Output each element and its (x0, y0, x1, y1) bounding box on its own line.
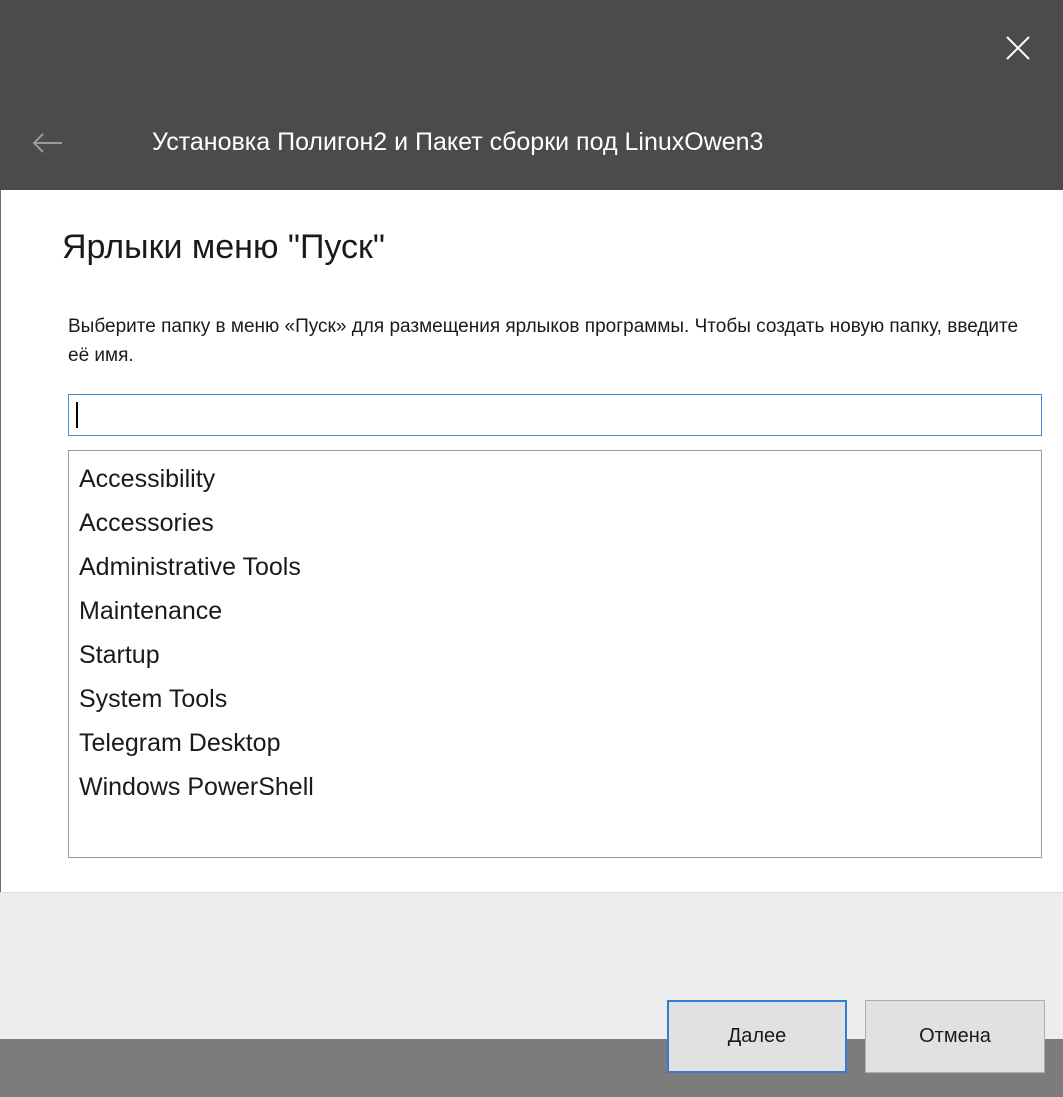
start-menu-folder-list[interactable]: Accessibility Accessories Administrative… (68, 450, 1042, 858)
window-title: Установка Полигон2 и Пакет сборки под Li… (152, 128, 764, 156)
list-item[interactable]: Administrative Tools (69, 545, 1041, 589)
list-item[interactable]: System Tools (69, 677, 1041, 721)
back-button[interactable] (18, 118, 78, 168)
list-item[interactable]: Startup (69, 633, 1041, 677)
close-icon (1006, 35, 1030, 60)
list-item[interactable]: Windows PowerShell (69, 765, 1041, 809)
cancel-button[interactable]: Отмена (865, 1000, 1045, 1073)
close-button[interactable] (973, 0, 1063, 95)
list-item[interactable]: Telegram Desktop (69, 721, 1041, 765)
text-caret (76, 402, 78, 428)
folder-name-input[interactable] (68, 394, 1042, 436)
list-item[interactable]: Accessories (69, 501, 1041, 545)
next-button-accesskey: Д (727, 1025, 742, 1047)
page-title: Ярлыки меню "Пуск" (62, 228, 385, 266)
next-button[interactable]: Далее (667, 1000, 847, 1073)
next-button-label: алее (741, 1025, 787, 1047)
instructions-text: Выберите папку в меню «Пуск» для размеще… (68, 316, 1019, 366)
list-item[interactable]: Accessibility (69, 457, 1041, 501)
title-bar: Установка Полигон2 и Пакет сборки под Li… (0, 0, 1063, 190)
back-arrow-icon (32, 133, 62, 153)
list-item[interactable]: Maintenance (69, 589, 1041, 633)
installer-window: Установка Полигон2 и Пакет сборки под Li… (0, 0, 1063, 1097)
